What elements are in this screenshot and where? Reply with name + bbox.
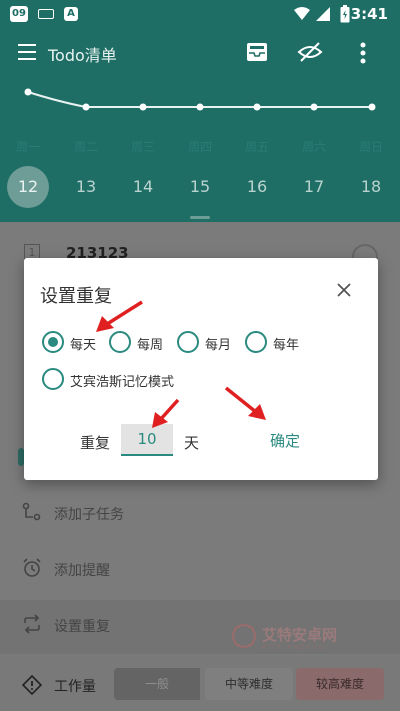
radio-label: 每年 xyxy=(273,338,300,353)
date-item[interactable]: 17 xyxy=(293,166,335,208)
watermark-text: 艾特安卓网 xyxy=(262,626,338,644)
annotation-arrow-icon xyxy=(96,300,143,332)
date-item[interactable]: 15 xyxy=(179,166,221,208)
difficulty-medium-button[interactable]: 中等难度 xyxy=(205,668,293,700)
trend-point xyxy=(253,103,261,111)
add-reminder-row[interactable]: 添加提醒 xyxy=(0,544,400,594)
trend-point xyxy=(368,103,376,111)
watermark: 艾特安卓网 AITE ANZHUO xyxy=(232,622,352,652)
annotation-arrow-icon xyxy=(152,398,180,428)
add-subtask-label: 添加子任务 xyxy=(54,507,124,523)
subtask-icon xyxy=(22,502,41,521)
trend-point xyxy=(196,103,204,111)
repeat-dialog: 设置重复 每天 每周 每月 每年 艾宾浩斯记忆模式 重复 天 确定 xyxy=(24,258,378,480)
alarm-clock-icon xyxy=(23,558,41,577)
radio-circle[interactable] xyxy=(245,331,267,353)
workload-label: 工作量 xyxy=(54,679,96,695)
trend-point xyxy=(310,103,318,111)
radio-circle[interactable] xyxy=(42,331,64,353)
menu-icon[interactable] xyxy=(18,44,36,60)
notification-badge: 09 xyxy=(10,6,28,22)
radio-label: 每周 xyxy=(137,338,164,353)
app-bar: Todo清单 xyxy=(0,30,400,76)
signal-icon xyxy=(316,7,330,21)
close-icon[interactable] xyxy=(336,282,352,298)
date-selector: 12 13 14 15 16 17 18 xyxy=(0,166,400,210)
drag-handle[interactable] xyxy=(190,216,210,219)
trend-point xyxy=(139,103,147,111)
week-trend-line xyxy=(24,88,376,111)
watermark-subtext: AITE ANZHUO xyxy=(262,644,326,651)
set-repeat-label: 设置重复 xyxy=(54,619,110,635)
app-notification-icon: A xyxy=(64,7,78,21)
weekday-label: 周三 xyxy=(130,140,155,154)
visibility-off-icon[interactable] xyxy=(297,41,323,63)
date-item[interactable]: 18 xyxy=(350,166,392,208)
status-bar: 09 A 3:41 xyxy=(0,0,400,28)
app-title: Todo清单 xyxy=(48,46,117,65)
date-item[interactable]: 13 xyxy=(65,166,107,208)
date-item[interactable]: 16 xyxy=(236,166,278,208)
trend-point xyxy=(82,103,90,111)
date-item-selected[interactable]: 12 xyxy=(7,166,49,208)
battery-icon xyxy=(340,5,350,23)
more-options-icon[interactable] xyxy=(360,42,366,64)
watermark-logo-icon xyxy=(232,624,256,648)
keyboard-icon xyxy=(38,9,54,19)
radio-circle[interactable] xyxy=(177,331,199,353)
weekday-label: 周五 xyxy=(244,140,269,154)
inbox-icon[interactable] xyxy=(246,42,268,62)
clock: 3:41 xyxy=(350,5,388,23)
weekday-label: 周六 xyxy=(301,140,326,154)
repeat-label: 重复 xyxy=(80,434,111,452)
wifi-icon xyxy=(294,7,310,20)
radio-ebbinghaus[interactable]: 艾宾浩斯记忆模式 xyxy=(42,368,212,392)
weekday-labels: 周一 周二 周三 周四 周五 周六 周日 xyxy=(0,138,400,154)
confirm-button[interactable]: 确定 xyxy=(270,430,300,451)
radio-yearly[interactable]: 每年 xyxy=(245,331,315,355)
add-reminder-label: 添加提醒 xyxy=(54,563,110,579)
radio-circle[interactable] xyxy=(42,368,64,390)
radio-label: 艾宾浩斯记忆模式 xyxy=(70,375,175,390)
radio-label: 每天 xyxy=(70,338,97,353)
add-subtask-row[interactable]: 添加子任务 xyxy=(0,488,400,538)
repeat-icon xyxy=(24,614,40,634)
difficulty-normal-button[interactable]: 一般 xyxy=(114,668,200,700)
weekday-label: 周二 xyxy=(73,140,98,154)
warning-diamond-icon xyxy=(22,675,42,695)
date-item[interactable]: 14 xyxy=(122,166,164,208)
difficulty-high-button[interactable]: 较高难度 xyxy=(296,668,384,700)
radio-monthly[interactable]: 每月 xyxy=(177,331,247,355)
weekday-label: 周四 xyxy=(187,140,212,154)
trend-point xyxy=(24,88,32,96)
difficulty-bar: 工作量 一般 中等难度 较高难度 xyxy=(0,656,400,711)
unit-label: 天 xyxy=(184,434,200,452)
weekday-label: 周日 xyxy=(358,140,383,154)
radio-label: 每月 xyxy=(205,338,232,353)
annotation-arrow-icon xyxy=(224,386,266,420)
weekday-label: 周一 xyxy=(15,140,40,154)
